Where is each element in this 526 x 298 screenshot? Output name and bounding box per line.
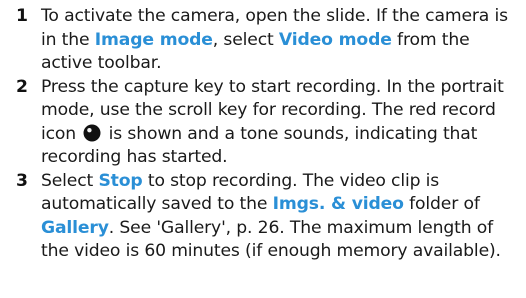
step-number: 3 <box>16 170 28 191</box>
step-1: 1 To activate the camera, open the slide.… <box>16 5 518 76</box>
imgs-video-folder-label: Imgs. & video <box>272 194 404 214</box>
stop-label: Stop <box>98 170 143 191</box>
step-3: 3 Select Stop to stop recording. The vide… <box>16 170 518 264</box>
video-mode-label: Video mode <box>278 29 392 50</box>
step-text: . See 'Gallery', p. 26. The maximum leng… <box>41 217 501 262</box>
steps-list: 1 To activate the camera, open the slide.… <box>16 5 518 264</box>
step-number: 1 <box>16 6 28 26</box>
image-mode-label: Image mode <box>94 29 213 50</box>
step-text: folder of <box>403 194 480 214</box>
gallery-label: Gallery <box>41 217 109 238</box>
step-number: 2 <box>16 76 28 97</box>
step-text: is shown and a tone sounds, indicating t… <box>41 123 478 168</box>
step-2: 2 Press the capture key to start recordin… <box>16 76 518 170</box>
step-text: , select <box>212 29 279 50</box>
step-text: Select <box>41 170 99 191</box>
instruction-page: 1 To activate the camera, open the slide.… <box>0 0 526 298</box>
record-icon <box>83 124 101 141</box>
